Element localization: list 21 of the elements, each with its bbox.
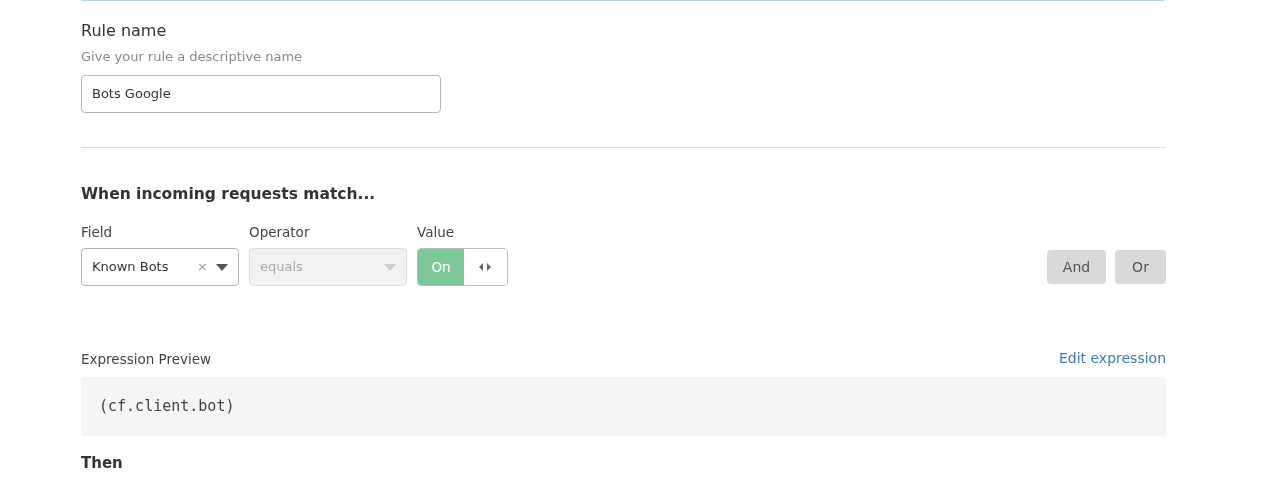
field-label: Field [81, 222, 114, 242]
clear-button[interactable]: × [197, 257, 208, 277]
section-heading: Then [81, 456, 124, 471]
code-preview: (cf.client.bot) [81, 377, 1166, 436]
rule-name-input[interactable]: Bots Google [81, 74, 441, 113]
toggle-label: On [418, 249, 464, 285]
field-label: Value [417, 222, 456, 242]
logic-button[interactable]: Or [1115, 250, 1166, 284]
field-select[interactable]: Known Bots × [81, 248, 239, 286]
section-heading: When incoming requests match... [81, 183, 377, 205]
caret-icon [216, 263, 228, 271]
edit-expression-link[interactable]: Edit expression [1058, 348, 1166, 369]
caret-icon [384, 263, 396, 271]
preview-label: Expression Preview [81, 349, 212, 369]
logic-button[interactable]: And [1047, 250, 1106, 284]
select-value: Known Bots [92, 258, 170, 277]
field-label: Rule name [81, 20, 168, 42]
handle-icon [479, 263, 492, 271]
field-label: Operator [249, 222, 311, 242]
select-value: equals [260, 258, 304, 277]
field-hint: Give your rule a descriptive name [81, 48, 304, 66]
